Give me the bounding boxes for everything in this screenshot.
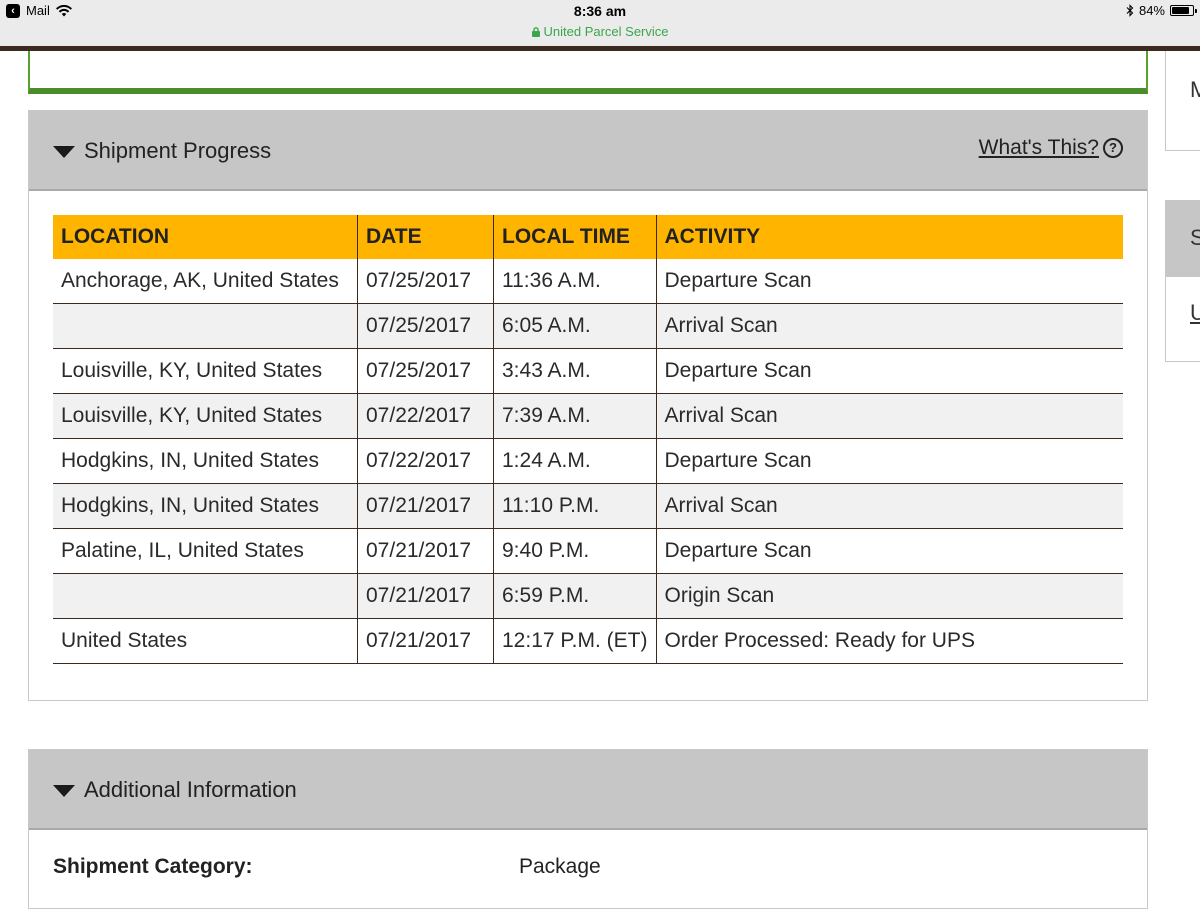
side-panel-header: S bbox=[1166, 201, 1200, 277]
additional-information-title: Additional Information bbox=[84, 777, 297, 802]
cell-date: 07/25/2017 bbox=[357, 259, 494, 304]
cell-location bbox=[53, 573, 358, 619]
cell-date: 07/21/2017 bbox=[357, 573, 494, 619]
cell-time: 6:05 A.M. bbox=[493, 303, 657, 349]
cell-location: United States bbox=[53, 618, 358, 664]
cell-date: 07/21/2017 bbox=[357, 483, 494, 529]
ios-status-bar: ‹ Mail 8:36 am United Parcel Service 84% bbox=[0, 0, 1200, 46]
battery-icon bbox=[1170, 5, 1197, 16]
shipment-category-label: Shipment Category: bbox=[53, 855, 253, 878]
column-header-location: LOCATION bbox=[53, 215, 358, 259]
cell-location: Louisville, KY, United States bbox=[53, 348, 358, 394]
cell-time: 12:17 P.M. (ET) bbox=[493, 618, 657, 664]
side-panel-header-text: S bbox=[1190, 225, 1200, 250]
whats-this-text[interactable]: What's This? bbox=[979, 136, 1099, 160]
cell-activity: Arrival Scan bbox=[656, 303, 1123, 349]
table-row: 07/21/2017 6:59 P.M. Origin Scan bbox=[53, 573, 1123, 619]
shipment-category-value: Package bbox=[519, 855, 601, 878]
cell-date: 07/22/2017 bbox=[357, 438, 494, 484]
cell-time: 6:59 P.M. bbox=[493, 573, 657, 619]
cell-time: 3:43 A.M. bbox=[493, 348, 657, 394]
table-header-row: LOCATION DATE LOCAL TIME ACTIVITY bbox=[53, 215, 1123, 259]
cell-date: 07/21/2017 bbox=[357, 618, 494, 664]
side-panel-section: S U bbox=[1165, 200, 1200, 362]
table-row: United States 07/21/2017 12:17 P.M. (ET)… bbox=[53, 618, 1123, 664]
shipment-progress-header[interactable]: Shipment Progress What's This? ? bbox=[29, 111, 1147, 191]
site-name: United Parcel Service bbox=[543, 24, 669, 39]
side-panel-top: M bbox=[1165, 51, 1200, 151]
whats-this-link[interactable]: What's This? ? bbox=[979, 136, 1123, 160]
table-row: Palatine, IL, United States 07/21/2017 9… bbox=[53, 528, 1123, 574]
cell-activity: Departure Scan bbox=[656, 259, 1123, 304]
column-header-activity: ACTIVITY bbox=[656, 215, 1123, 259]
column-header-date: DATE bbox=[357, 215, 494, 259]
status-right: 84% bbox=[1126, 3, 1197, 18]
cell-location: Hodgkins, IN, United States bbox=[53, 483, 358, 529]
cell-activity: Arrival Scan bbox=[656, 393, 1123, 439]
table-row: Hodgkins, IN, United States 07/22/2017 1… bbox=[53, 438, 1123, 484]
shipment-progress-title: Shipment Progress bbox=[84, 138, 272, 163]
shipment-progress-panel: Shipment Progress What's This? ? LOCATIO… bbox=[28, 110, 1148, 701]
table-row: Louisville, KY, United States 07/25/2017… bbox=[53, 348, 1123, 394]
cell-time: 11:36 A.M. bbox=[493, 259, 657, 304]
cell-activity: Order Processed: Ready for UPS bbox=[656, 618, 1123, 664]
table-row: 07/25/2017 6:05 A.M. Arrival Scan bbox=[53, 303, 1123, 349]
cell-location: Anchorage, AK, United States bbox=[53, 259, 358, 304]
cell-date: 07/25/2017 bbox=[357, 303, 494, 349]
cell-time: 7:39 A.M. bbox=[493, 393, 657, 439]
side-panel-link[interactable]: U bbox=[1190, 300, 1200, 326]
clock: 8:36 am bbox=[573, 3, 627, 19]
table-row: Louisville, KY, United States 07/22/2017… bbox=[53, 393, 1123, 439]
cell-location: Hodgkins, IN, United States bbox=[53, 438, 358, 484]
battery-percent: 84% bbox=[1138, 3, 1165, 18]
cell-time: 9:40 P.M. bbox=[493, 528, 657, 574]
bluetooth-icon bbox=[1126, 4, 1134, 17]
cell-date: 07/25/2017 bbox=[357, 348, 494, 394]
cell-time: 1:24 A.M. bbox=[493, 438, 657, 484]
column-header-local-time: LOCAL TIME bbox=[493, 215, 657, 259]
collapse-triangle-icon[interactable] bbox=[53, 785, 75, 797]
cell-date: 07/21/2017 bbox=[357, 528, 494, 574]
previous-panel-bottom bbox=[28, 51, 1148, 94]
additional-information-panel: Additional Information Shipment Category… bbox=[28, 749, 1148, 909]
table-row: Hodgkins, IN, United States 07/21/2017 1… bbox=[53, 483, 1123, 529]
lock-icon bbox=[531, 27, 540, 37]
collapse-triangle-icon[interactable] bbox=[53, 146, 75, 158]
help-circle-icon[interactable]: ? bbox=[1103, 138, 1123, 158]
cell-activity: Departure Scan bbox=[656, 528, 1123, 574]
cell-activity: Departure Scan bbox=[656, 348, 1123, 394]
table-row: Anchorage, AK, United States 07/25/2017 … bbox=[53, 259, 1123, 304]
cell-location: Louisville, KY, United States bbox=[53, 393, 358, 439]
cell-time: 11:10 P.M. bbox=[493, 483, 657, 529]
site-address[interactable]: United Parcel Service bbox=[0, 24, 1200, 39]
cell-activity: Departure Scan bbox=[656, 438, 1123, 484]
shipment-progress-table: LOCATION DATE LOCAL TIME ACTIVITY Anchor… bbox=[53, 215, 1123, 664]
cell-location: Palatine, IL, United States bbox=[53, 528, 358, 574]
cell-activity: Origin Scan bbox=[656, 573, 1123, 619]
cell-activity: Arrival Scan bbox=[656, 483, 1123, 529]
side-panel-text: M bbox=[1190, 77, 1200, 102]
cell-date: 07/22/2017 bbox=[357, 393, 494, 439]
cell-location bbox=[53, 303, 358, 349]
additional-information-header[interactable]: Additional Information bbox=[29, 750, 1147, 830]
